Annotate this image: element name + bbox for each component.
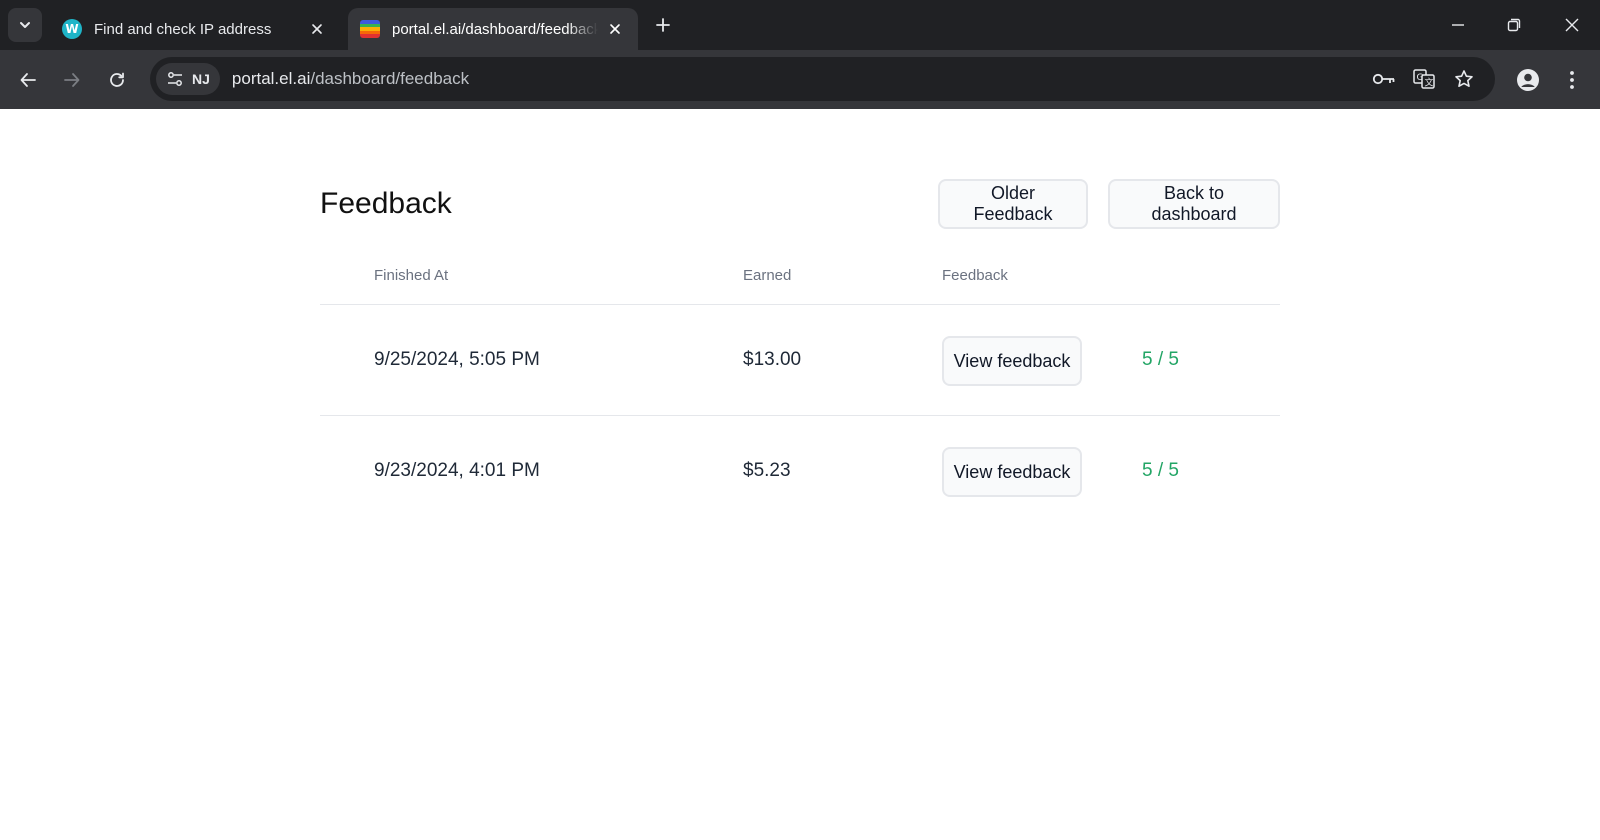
close-icon [610,24,620,34]
score-cell: 5 / 5 [1142,460,1179,481]
back-button[interactable] [10,62,46,98]
address-bar[interactable]: NJ portal.el.ai/dashboard/feedback G文 [150,57,1495,101]
window-close-button[interactable] [1544,0,1600,50]
finished-at-cell: 9/25/2024, 5:05 PM [374,349,540,370]
reload-icon [110,72,124,87]
key-icon [1372,73,1395,85]
restore-icon [1507,18,1521,32]
view-feedback-button[interactable]: View feedback [942,336,1082,386]
column-header-earned: Earned [743,267,792,284]
view-feedback-button[interactable]: View feedback [942,447,1082,497]
earned-cell: $5.23 [743,460,791,481]
bookmark-button[interactable] [1452,67,1476,91]
earned-cell: $13.00 [743,349,802,370]
tab-portal-feedback[interactable]: portal.el.ai/dashboard/feedback [348,8,638,50]
tab-find-ip[interactable]: W Find and check IP address [50,8,340,50]
close-icon [312,24,322,34]
url-text[interactable]: portal.el.ai/dashboard/feedback [232,69,469,89]
tab-close-button[interactable] [306,18,328,40]
tune-icon [168,72,182,86]
tab-close-button[interactable] [604,18,626,40]
older-feedback-button[interactable]: Older Feedback [938,179,1088,229]
table-header: Finished At Earned Feedback [320,257,1280,305]
plus-icon [656,18,670,32]
browser-menu-button[interactable] [1556,64,1588,96]
minimize-icon [1452,24,1464,26]
translate-icon: G文 [1413,69,1435,89]
browser-toolbar: NJ portal.el.ai/dashboard/feedback G文 [0,50,1600,109]
forward-button[interactable] [54,62,90,98]
browser-tab-strip: W Find and check IP address portal.el.ai… [0,0,1600,50]
arrow-right-icon [64,73,80,87]
rainbow-logo-icon [360,19,380,39]
tab-search-button[interactable] [8,8,42,42]
column-header-feedback: Feedback [942,267,1008,284]
translate-button[interactable]: G文 [1412,67,1436,91]
window-restore-button[interactable] [1486,0,1542,50]
profile-button[interactable] [1512,64,1544,96]
site-chip-label: NJ [192,71,210,87]
reload-button[interactable] [99,62,135,98]
chevron-down-icon [20,22,30,28]
close-icon [1565,18,1579,32]
tab-title: portal.el.ai/dashboard/feedback [392,20,598,38]
arrow-left-icon [20,73,36,87]
feedback-table: Finished At Earned Feedback 9/25/2024, 5… [320,257,1280,527]
page-content: Feedback Older Feedback Back to dashboar… [0,109,1600,840]
site-info-chip[interactable]: NJ [156,63,220,95]
svg-text:文: 文 [1425,77,1434,89]
finished-at-cell: 9/23/2024, 4:01 PM [374,460,540,481]
more-vertical-icon [1570,71,1574,89]
column-header-finished-at: Finished At [374,267,449,284]
w-logo-icon: W [62,19,82,39]
window-minimize-button[interactable] [1430,0,1486,50]
page-title: Feedback [320,187,452,220]
score-cell: 5 / 5 [1142,349,1179,370]
url-path: /dashboard/feedback [310,69,470,88]
avatar-icon [1517,69,1539,91]
tab-title: Find and check IP address [94,20,272,38]
password-key-button[interactable] [1372,67,1396,91]
new-tab-button[interactable] [650,12,676,38]
url-host: portal.el.ai [231,69,311,88]
table-row: 9/25/2024, 5:05 PM $13.00 View feedback … [320,305,1280,416]
star-icon [1455,70,1473,87]
table-row: 9/23/2024, 4:01 PM $5.23 View feedback 5… [320,416,1280,527]
back-to-dashboard-button[interactable]: Back to dashboard [1108,179,1280,229]
